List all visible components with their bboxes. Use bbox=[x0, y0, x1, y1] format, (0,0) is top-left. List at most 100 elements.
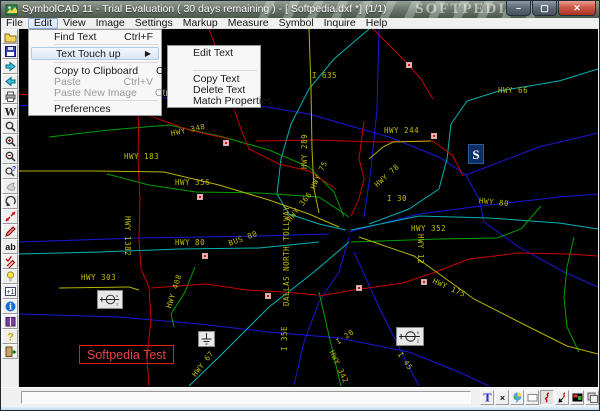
submenu-item-match-properties[interactable]: Match Properties bbox=[169, 95, 259, 106]
next-page-icon[interactable] bbox=[2, 59, 18, 74]
svg-text:×: × bbox=[500, 393, 505, 403]
svg-text:ab: ab bbox=[5, 242, 16, 252]
svg-text:s: s bbox=[116, 294, 118, 298]
symbol-marker[interactable] bbox=[421, 279, 427, 285]
edit-menu: Find TextCtrl+F Text Touch up▶ Copy to Cli… bbox=[28, 29, 162, 116]
menubar-item-measure[interactable]: Measure bbox=[223, 18, 274, 29]
highway-label: I 35E bbox=[281, 326, 289, 351]
symbol-marker[interactable] bbox=[431, 133, 437, 139]
symbol-marker[interactable] bbox=[356, 285, 362, 291]
menubar-item-symbol[interactable]: Symbol bbox=[274, 18, 319, 29]
symbol-marker[interactable] bbox=[202, 253, 208, 259]
edit-menu-item-copy-to-clipboard[interactable]: Copy to ClipboardCtrl+C bbox=[30, 65, 160, 76]
menubar-item-inquire[interactable]: Inquire bbox=[319, 18, 361, 29]
symbol-marker[interactable] bbox=[223, 140, 229, 146]
prev-page-icon[interactable] bbox=[2, 74, 18, 89]
menubar-item-help[interactable]: Help bbox=[361, 18, 393, 29]
symbol-marker[interactable] bbox=[265, 293, 271, 299]
menubar-item-settings[interactable]: Settings bbox=[130, 18, 178, 29]
symbol-marker[interactable] bbox=[406, 62, 412, 68]
balloon-tool-icon[interactable] bbox=[510, 390, 524, 405]
menu-item-label: Preferences bbox=[54, 103, 111, 115]
highway-label: HWY 289 bbox=[301, 134, 309, 169]
title-bar[interactable]: SymbolCAD 11 - Trial Evaluation ( 30 day… bbox=[1, 1, 599, 18]
symbol-marker[interactable] bbox=[197, 194, 203, 200]
measure-icon[interactable] bbox=[2, 209, 18, 224]
softpedia-test-annotation: Softpedia Test bbox=[79, 345, 174, 364]
undo-icon[interactable] bbox=[2, 194, 18, 209]
count-icon[interactable]: +1 bbox=[2, 284, 18, 299]
highway-label: I 30 bbox=[387, 195, 407, 203]
font-icon[interactable]: W bbox=[2, 104, 18, 119]
notes-icon[interactable] bbox=[2, 314, 18, 329]
ground-symbol[interactable] bbox=[198, 331, 215, 347]
edit-markup-icon[interactable] bbox=[2, 254, 18, 269]
text-icon[interactable]: ab bbox=[2, 239, 18, 254]
highway-label: HWY 1382 bbox=[123, 216, 131, 256]
zoom-window-icon[interactable]: ? bbox=[2, 164, 18, 179]
draw-icon[interactable] bbox=[2, 224, 18, 239]
edit-menu-separator bbox=[54, 100, 158, 101]
redline-arrow-tool-icon[interactable] bbox=[555, 390, 569, 405]
highway-label: HWY 80 bbox=[175, 239, 205, 247]
zoom-icon[interactable] bbox=[2, 119, 18, 134]
softpedia-s-logo: S bbox=[468, 144, 484, 164]
menu-item-label: Find Text bbox=[54, 31, 96, 43]
menubar-item-file[interactable]: File bbox=[1, 18, 28, 29]
status-message-field bbox=[21, 391, 471, 404]
minimize-button[interactable]: – bbox=[506, 1, 531, 16]
app-icon bbox=[5, 3, 18, 18]
menubar-item-markup[interactable]: Markup bbox=[178, 18, 223, 29]
edit-menu-separator bbox=[54, 62, 158, 63]
menubar-item-edit[interactable]: Edit bbox=[28, 18, 58, 29]
edit-menu-item-paste[interactable]: PasteCtrl+V bbox=[30, 76, 160, 87]
svg-text:i: i bbox=[8, 302, 11, 312]
highway-label: HWY 352 bbox=[411, 225, 446, 233]
menu-item-label: Text Touch up bbox=[56, 48, 121, 60]
print-icon[interactable] bbox=[2, 89, 18, 104]
svg-text:2: 2 bbox=[417, 339, 420, 344]
circuit-symbol[interactable]: s2 bbox=[97, 290, 123, 309]
highway-label: HWY 356 bbox=[175, 179, 210, 187]
submenu-item-delete-text[interactable]: Delete Text bbox=[169, 84, 259, 95]
submenu-separator bbox=[193, 70, 257, 71]
zoom-in-icon[interactable] bbox=[2, 134, 18, 149]
text-tool-icon[interactable]: T bbox=[480, 390, 494, 405]
svg-text:?: ? bbox=[11, 166, 15, 173]
redline-tool-icon[interactable] bbox=[540, 390, 554, 405]
open-icon[interactable] bbox=[2, 29, 18, 44]
status-bar: T× bbox=[1, 387, 599, 406]
svg-text:T: T bbox=[483, 391, 492, 404]
edit-menu-item-preferences[interactable]: Preferences bbox=[30, 103, 160, 114]
edit-menu-item-find-text[interactable]: Find TextCtrl+F bbox=[30, 31, 160, 42]
edit-menu-item-text-touch-up[interactable]: Text Touch up▶ bbox=[31, 47, 159, 60]
highway-label: HWY 66 bbox=[498, 87, 528, 95]
text-touchup-submenu: Edit Text Copy TextDelete TextMatch Prope… bbox=[167, 45, 261, 108]
maximize-button[interactable]: ▢ bbox=[532, 1, 557, 16]
menu-bar: FileEditViewImageSettingsMarkupMeasureSy… bbox=[1, 18, 599, 29]
menubar-item-image[interactable]: Image bbox=[91, 18, 130, 29]
menubar-item-view[interactable]: View bbox=[58, 18, 91, 29]
left-toolbar: W? ab +1 i? bbox=[1, 29, 19, 387]
delete-text-tool-icon[interactable]: × bbox=[495, 390, 509, 405]
edit-menu-item-paste-new-image[interactable]: Paste New ImageCtrl+Shift+V bbox=[30, 87, 160, 98]
save-icon[interactable] bbox=[2, 44, 18, 59]
info-icon[interactable]: i bbox=[2, 299, 18, 314]
menu-item-label: Paste New Image bbox=[54, 87, 137, 99]
zoom-out-icon[interactable] bbox=[2, 149, 18, 164]
svg-text:W: W bbox=[4, 108, 17, 119]
rectangle-tool-icon[interactable] bbox=[525, 390, 539, 405]
pan-icon bbox=[2, 179, 18, 194]
window-tool-icon[interactable] bbox=[585, 390, 599, 405]
close-button[interactable]: ✕ bbox=[558, 1, 596, 16]
circuit-symbol[interactable]: s2 bbox=[396, 327, 424, 346]
edit-menu-separator bbox=[54, 44, 158, 45]
highlight-icon[interactable] bbox=[2, 269, 18, 284]
svg-text:?: ? bbox=[7, 332, 14, 344]
submenu-item-copy-text[interactable]: Copy Text bbox=[169, 73, 259, 84]
exit-icon[interactable] bbox=[2, 344, 18, 359]
image-tool-icon[interactable] bbox=[570, 390, 584, 405]
submenu-item-edit-text[interactable]: Edit Text bbox=[169, 47, 259, 58]
help-icon[interactable]: ? bbox=[2, 329, 18, 344]
window-title: SymbolCAD 11 - Trial Evaluation ( 30 day… bbox=[22, 3, 387, 15]
